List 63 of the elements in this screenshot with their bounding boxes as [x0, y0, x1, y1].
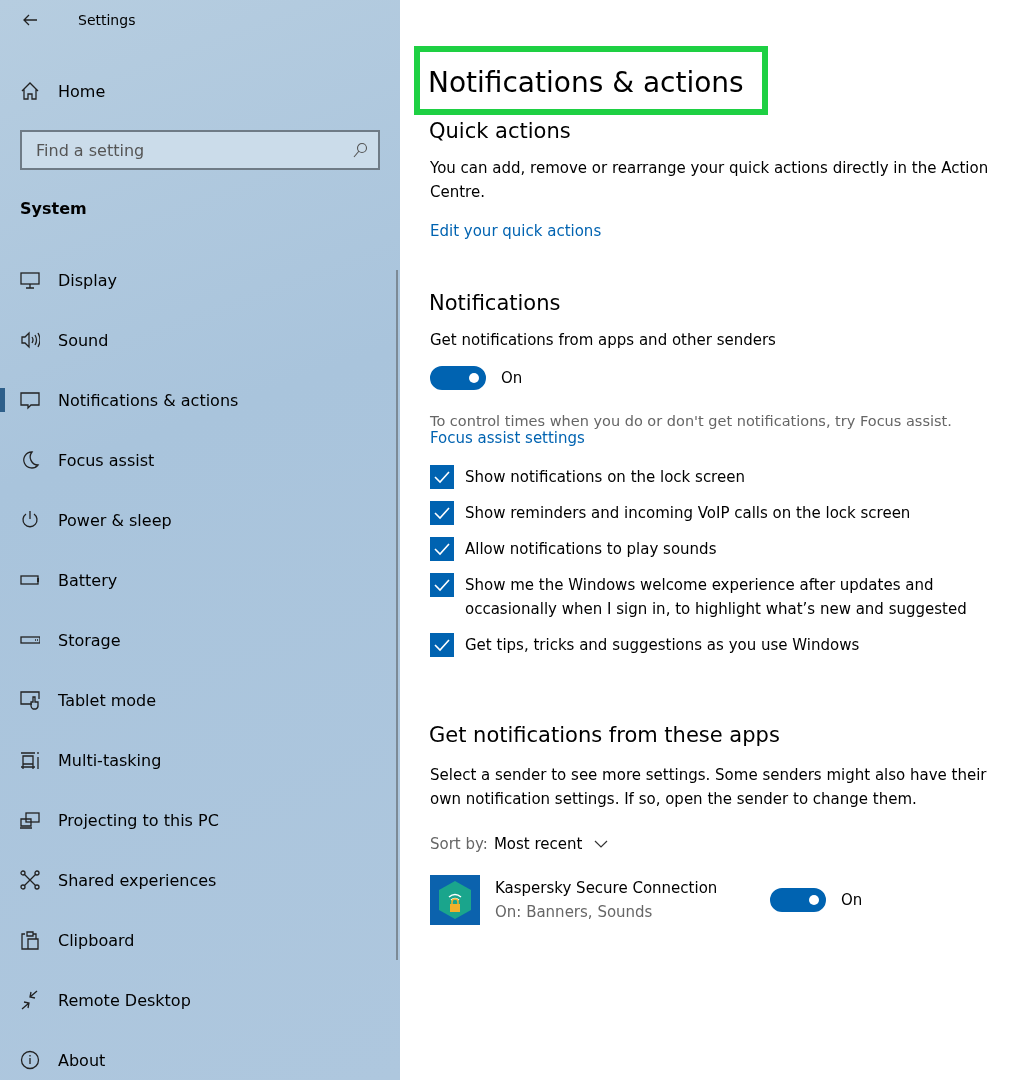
speech-bubble-icon — [20, 390, 40, 410]
description-text: You can add, remove or rearrange your quick actions directly in the Action Centre. — [430, 158, 990, 203]
checkbox[interactable] — [430, 537, 454, 561]
sidebar-item[interactable]: Shared experiences — [0, 850, 400, 910]
tablet-icon — [20, 690, 40, 710]
hint-text: To control times when you do or don't get notifications, try Focus assist. — [430, 413, 953, 429]
sidebar-item[interactable]: Multi-tasking — [0, 730, 400, 790]
speaker-icon — [20, 330, 40, 350]
page-title: Notifications & actions — [414, 46, 768, 115]
sidebar-item[interactable]: Projecting to this PC — [0, 790, 400, 850]
toggle-switch[interactable] — [430, 366, 486, 390]
sidebar-item[interactable]: About — [0, 1030, 400, 1080]
checkbox-label: Get tips, tricks and suggestions as you use Windows — [465, 635, 861, 656]
sort-label: Sort by: — [430, 835, 488, 853]
search-field[interactable]: Find a setting — [20, 130, 380, 170]
window-title: Settings — [78, 12, 136, 28]
sidebar-item[interactable]: Tablet mode — [0, 670, 400, 730]
checkbox[interactable] — [430, 501, 454, 525]
sidebar-item[interactable]: Remote Desktop — [0, 970, 400, 1030]
sidebar-item[interactable]: Storage — [0, 610, 400, 670]
toggle-label: Get notifications from apps and other senders — [430, 330, 777, 351]
section-heading: Get notifications from these apps — [429, 723, 781, 747]
search-icon — [352, 142, 368, 158]
checkbox[interactable] — [430, 633, 454, 657]
edit-quick-actions-link[interactable]: Edit your quick actions — [430, 222, 602, 240]
checkbox[interactable] — [430, 465, 454, 489]
window-icon — [20, 750, 40, 770]
display-icon — [20, 270, 40, 290]
moon-icon — [20, 450, 40, 470]
checkbox[interactable] — [430, 573, 454, 597]
section-heading: System — [19, 198, 88, 220]
back-icon[interactable] — [22, 12, 38, 28]
home-link[interactable]: Home — [0, 62, 400, 120]
toggle-switch[interactable] — [770, 888, 826, 912]
checkbox-label: Allow notifications to play sounds — [465, 539, 718, 560]
checkbox-label: Show reminders and incoming VoIP calls on the lock screen — [465, 503, 912, 524]
home-icon — [20, 81, 40, 101]
checkbox-label: Show notifications on the lock screen — [465, 467, 746, 488]
app-name: Kaspersky Secure Connection — [495, 878, 719, 899]
checkbox-label: Show me the Windows welcome experience after updates and occasionally when I sign in, to highlight what’s new and suggested — [465, 575, 968, 620]
toggle-state: On — [501, 369, 523, 387]
focus-assist-link[interactable]: Focus assist settings — [430, 429, 585, 447]
arrows-icon — [20, 990, 40, 1010]
sort-dropdown[interactable]: Most recent — [493, 835, 609, 853]
section-heading: Notifications — [429, 291, 562, 315]
chevron-down-icon — [594, 840, 609, 848]
sidebar-item[interactable]: Battery — [0, 550, 400, 610]
toggle-state: On — [841, 891, 863, 909]
sidebar-item[interactable]: Sound — [0, 310, 400, 370]
sidebar-item[interactable]: Clipboard — [0, 910, 400, 970]
description-text: Select a sender to see more settings. Some senders might also have their own notification settings. If so, open the sender to change them. — [430, 765, 988, 810]
sidebar-item[interactable]: Display — [0, 250, 400, 310]
app-detail: On: Banners, Sounds — [495, 902, 654, 923]
sidebar-item[interactable]: Power & sleep — [0, 490, 400, 550]
network-icon — [20, 870, 40, 890]
monitor-icon — [20, 810, 40, 830]
clipboard-icon — [20, 930, 40, 950]
sidebar-item[interactable]: Notifications & actions — [0, 370, 400, 430]
section-heading: Quick actions — [429, 119, 572, 143]
power-icon — [20, 510, 40, 530]
sidebar-item[interactable]: Focus assist — [0, 430, 400, 490]
app-icon — [430, 875, 480, 925]
info-icon — [20, 1050, 40, 1070]
